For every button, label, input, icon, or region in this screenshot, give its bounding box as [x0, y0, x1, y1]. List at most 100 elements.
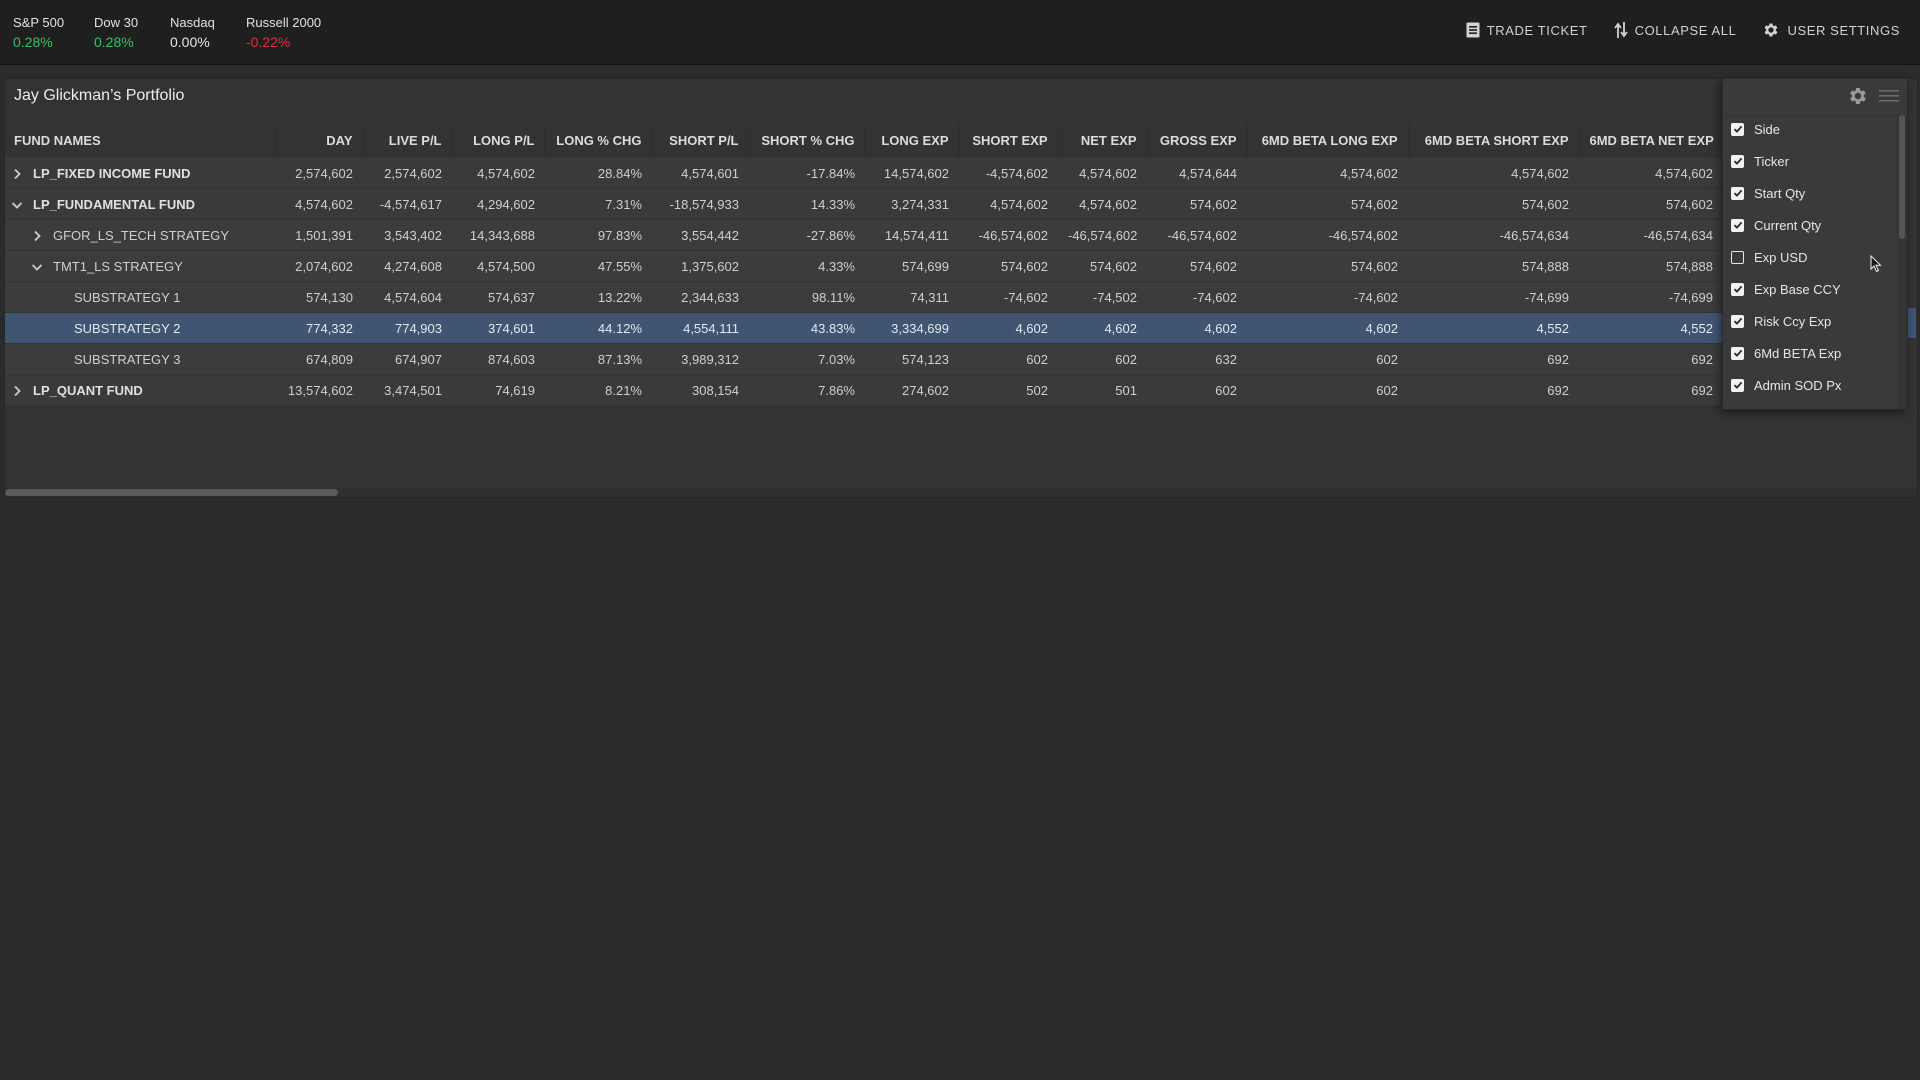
chevron-right-icon[interactable]: [31, 230, 47, 242]
table-cell: 674,809: [306, 351, 353, 367]
fund-name-cell[interactable]: SUBSTRATEGY 1: [5, 282, 275, 313]
table-cell: 4,602: [1104, 320, 1137, 336]
table-cell: 3,554,442: [681, 227, 739, 243]
table-cell: 574,602: [1001, 258, 1048, 274]
table-row[interactable]: SUBSTRATEGY 3 674,809 674,907 874,603 87.13%…: [5, 343, 1723, 375]
ticker-value: -0.22%: [246, 34, 291, 50]
table-cell: 4,574,602: [1079, 165, 1137, 181]
table-row[interactable]: LP_FIXED INCOME FUND 2,574,602 2,574,602 4,…: [5, 158, 1723, 189]
table-cell: 632: [1215, 351, 1237, 367]
ticker-sp500: S&P 500 0.28%: [13, 15, 64, 51]
column-option-label: Start Qty: [1754, 185, 1806, 201]
table-row[interactable]: GFOR_LS_TECH STRATEGY 1,501,391 3,543,402 1…: [5, 219, 1723, 251]
checkbox-checked[interactable]: [1731, 154, 1744, 168]
table-cell: 3,274,331: [891, 196, 949, 212]
column-option-label: Admin SOD Px: [1754, 377, 1842, 393]
column-option-label: Exp USD: [1754, 249, 1808, 265]
table-cell: 602: [1026, 351, 1048, 367]
table-cell: 3,474,501: [384, 382, 442, 398]
fund-name-cell[interactable]: SUBSTRATEGY 2: [5, 313, 275, 344]
checkbox-checked[interactable]: [1731, 378, 1744, 392]
column-header-live-pl[interactable]: LIVE P/L: [363, 122, 453, 158]
fund-name-cell[interactable]: LP_FIXED INCOME FUND: [5, 158, 275, 189]
user-settings-button[interactable]: USER SETTINGS: [1762, 18, 1900, 42]
chevron-down-icon[interactable]: [31, 261, 47, 273]
column-chooser-scrollbar[interactable]: [1897, 115, 1907, 409]
table-cell: 13.22%: [597, 289, 642, 305]
table-cell: -74,699: [1668, 289, 1713, 305]
column-chooser-scrollbar-thumb[interactable]: [1899, 115, 1905, 239]
checkbox-checked[interactable]: [1731, 282, 1744, 296]
table-cell: 7.86%: [818, 382, 855, 398]
chevron-right-icon[interactable]: [11, 168, 27, 180]
trade-ticket-button[interactable]: TRADE TICKET: [1466, 18, 1588, 42]
fund-name-cell[interactable]: LP_QUANT FUND: [5, 375, 275, 406]
column-header-6md-beta-long-exp[interactable]: 6MD BETA LONG EXP: [1247, 122, 1409, 158]
table-cell: -46,574,602: [1068, 227, 1138, 243]
table-cell: 97.83%: [597, 227, 642, 243]
chevron-right-icon[interactable]: [11, 385, 27, 397]
column-option[interactable]: Admin SOD Px: [1723, 369, 1895, 401]
column-header-gross-exp[interactable]: GROSS EXP: [1147, 122, 1248, 158]
column-header-day[interactable]: DAY: [275, 122, 364, 158]
toolbar-actions: TRADE TICKET COLLAPSE ALL USER SETTINGS: [1466, 18, 1900, 42]
collapse-all-button[interactable]: COLLAPSE ALL: [1613, 18, 1737, 42]
table-row[interactable]: LP_FUNDAMENTAL FUND 4,574,602 -4,574,617 4,…: [5, 188, 1723, 220]
table-cell: 43.83%: [810, 320, 855, 336]
table-cell: -46,574,602: [978, 227, 1048, 243]
table-cell: 4,294,602: [477, 196, 535, 212]
checkbox-unchecked[interactable]: [1731, 250, 1744, 264]
document-list-icon: [1466, 22, 1480, 38]
column-header-net-exp[interactable]: NET EXP: [1058, 122, 1148, 158]
column-header-long-exp[interactable]: LONG EXP: [865, 122, 960, 158]
fund-name-cell[interactable]: GFOR_LS_TECH STRATEGY: [5, 220, 275, 251]
column-option[interactable]: Start Qty: [1723, 177, 1895, 209]
ticker-russell2000: Russell 2000 -0.22%: [246, 15, 321, 51]
column-header-fund-names[interactable]: FUND NAMES: [5, 122, 276, 158]
hamburger-menu-icon[interactable]: [1879, 89, 1899, 108]
table-cell: -74,602: [1192, 289, 1237, 305]
column-header-short-exp[interactable]: SHORT EXP: [959, 122, 1059, 158]
horizontal-scrollbar-thumb[interactable]: [5, 489, 338, 496]
checkbox-checked[interactable]: [1731, 314, 1744, 328]
table-cell: 602: [1376, 351, 1398, 367]
table-cell: 574,602: [1190, 258, 1237, 274]
checkbox-checked[interactable]: [1731, 186, 1744, 200]
checkbox-checked[interactable]: [1731, 346, 1744, 360]
ticker-value: 0.00%: [170, 34, 210, 50]
collapse-arrows-icon: [1613, 21, 1628, 39]
chevron-down-icon[interactable]: [11, 199, 27, 211]
table-row[interactable]: LP_QUANT FUND 13,574,602 3,474,501 74,619 8.…: [5, 374, 1723, 406]
column-option[interactable]: Ticker: [1723, 145, 1895, 177]
table-row[interactable]: SUBSTRATEGY 2 774,332 774,903 374,601 44.12%…: [5, 312, 1723, 344]
table-cell: 574,888: [1666, 258, 1713, 274]
table-cell: 47.55%: [597, 258, 642, 274]
column-option[interactable]: 6Md BETA Exp: [1723, 337, 1895, 369]
table-cell: -17.84%: [806, 165, 855, 181]
table-cell: -46,574,602: [1328, 227, 1398, 243]
table-cell: 4,574,602: [1340, 165, 1398, 181]
table-cell: 574,602: [1351, 258, 1398, 274]
column-header-6md-beta-short-exp[interactable]: 6MD BETA SHORT EXP: [1408, 122, 1580, 158]
column-header-short-pct-chg[interactable]: SHORT % CHG: [749, 122, 866, 158]
column-header-long-pct-chg[interactable]: LONG % CHG: [545, 122, 653, 158]
column-option[interactable]: Side: [1723, 113, 1895, 145]
column-option-label: Ticker: [1754, 153, 1789, 169]
fund-name-cell[interactable]: SUBSTRATEGY 3: [5, 344, 275, 375]
table-cell: 14,574,602: [883, 165, 949, 181]
table-cell: 1,501,391: [295, 227, 353, 243]
table-row[interactable]: SUBSTRATEGY 1 574,130 4,574,604 574,637 13.2…: [5, 281, 1723, 313]
column-header-6md-beta-net-exp[interactable]: 6MD BETA NET EXP: [1579, 122, 1724, 158]
page-title: Jay Glickman’s Portfolio: [14, 87, 185, 104]
fund-name-cell[interactable]: TMT1_LS STRATEGY: [5, 251, 275, 282]
fund-name-cell[interactable]: LP_FUNDAMENTAL FUND: [5, 189, 275, 220]
checkbox-checked[interactable]: [1731, 218, 1744, 232]
table-row[interactable]: TMT1_LS STRATEGY 2,074,602 4,274,608 4,574,…: [5, 250, 1723, 282]
column-header-short-pl[interactable]: SHORT P/L: [652, 122, 750, 158]
column-option[interactable]: Risk Ccy Exp: [1723, 305, 1895, 337]
column-header-long-pl[interactable]: LONG P/L: [452, 122, 546, 158]
column-option[interactable]: Current Qty: [1723, 209, 1895, 241]
horizontal-scrollbar[interactable]: [5, 487, 1917, 497]
gear-icon[interactable]: [1847, 85, 1869, 112]
checkbox-checked[interactable]: [1731, 122, 1744, 136]
